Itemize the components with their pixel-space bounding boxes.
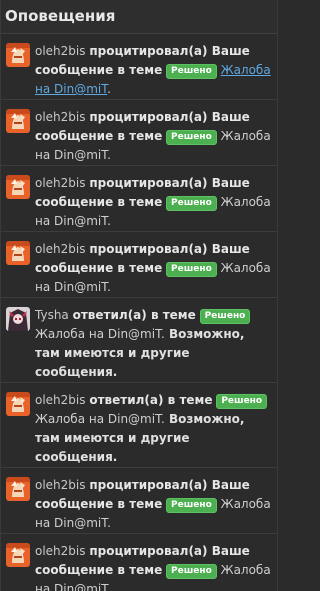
thread-link[interactable]: Жалоба на Din@miT	[35, 327, 161, 341]
notification-user-link[interactable]: Tysha	[35, 308, 69, 322]
notification-user-link[interactable]: oleh2bis	[35, 544, 86, 558]
notification-item[interactable]: oleh2bis процитировал(а) Ваше сообщение …	[1, 34, 277, 100]
notification-item[interactable]: oleh2bis ответил(а) в теме Решено Жалоба…	[1, 383, 277, 468]
oleh-avatar[interactable]	[6, 43, 30, 67]
notification-list: oleh2bis процитировал(а) Ваше сообщение …	[1, 34, 277, 591]
notification-action: ответил(а) в теме	[89, 393, 213, 407]
status-badge: Решено	[216, 394, 268, 409]
notification-user-link[interactable]: oleh2bis	[35, 242, 86, 256]
oleh-avatar[interactable]	[6, 241, 30, 265]
oleh-avatar[interactable]	[6, 543, 30, 567]
status-badge: Решено	[166, 564, 217, 579]
notification-user-link[interactable]: oleh2bis	[35, 44, 86, 58]
notification-item[interactable]: oleh2bis процитировал(а) Ваше сообщение …	[1, 232, 277, 298]
panel-title: Оповещения	[1, 0, 277, 34]
oleh-avatar[interactable]	[6, 175, 30, 199]
notification-item[interactable]: oleh2bis процитировал(а) Ваше сообщение …	[1, 100, 277, 166]
notification-item[interactable]: oleh2bis процитировал(а) Ваше сообщение …	[1, 468, 277, 534]
sentence-end: .	[107, 582, 111, 591]
sentence-end: .	[107, 148, 111, 162]
notification-action: ответил(а) в теме	[72, 308, 196, 322]
oleh-avatar[interactable]	[6, 392, 30, 416]
status-badge: Решено	[166, 130, 217, 145]
notification-item[interactable]: oleh2bis процитировал(а) Ваше сообщение …	[1, 534, 277, 591]
sentence-end: .	[107, 516, 111, 530]
notification-user-link[interactable]: oleh2bis	[35, 478, 86, 492]
sentence-end: .	[107, 214, 111, 228]
notifications-panel: Оповещения oleh2bis процитировал(а) Ваше…	[0, 0, 278, 591]
status-badge: Решено	[166, 196, 217, 211]
status-badge: Решено	[166, 64, 217, 79]
sentence-end: .	[107, 82, 111, 96]
notification-user-link[interactable]: oleh2bis	[35, 110, 86, 124]
status-badge: Решено	[166, 498, 217, 513]
notification-user-link[interactable]: oleh2bis	[35, 393, 86, 407]
notification-item[interactable]: oleh2bis процитировал(а) Ваше сообщение …	[1, 166, 277, 232]
oleh-avatar[interactable]	[6, 109, 30, 133]
notification-user-link[interactable]: oleh2bis	[35, 176, 86, 190]
sentence-end: .	[107, 280, 111, 294]
oleh-avatar[interactable]	[6, 477, 30, 501]
tysha-avatar[interactable]	[6, 307, 30, 331]
notification-item[interactable]: Tysha ответил(а) в теме Решено Жалоба на…	[1, 298, 277, 383]
status-badge: Решено	[199, 309, 251, 324]
thread-link[interactable]: Жалоба на Din@miT	[35, 412, 161, 426]
status-badge: Решено	[166, 262, 217, 277]
